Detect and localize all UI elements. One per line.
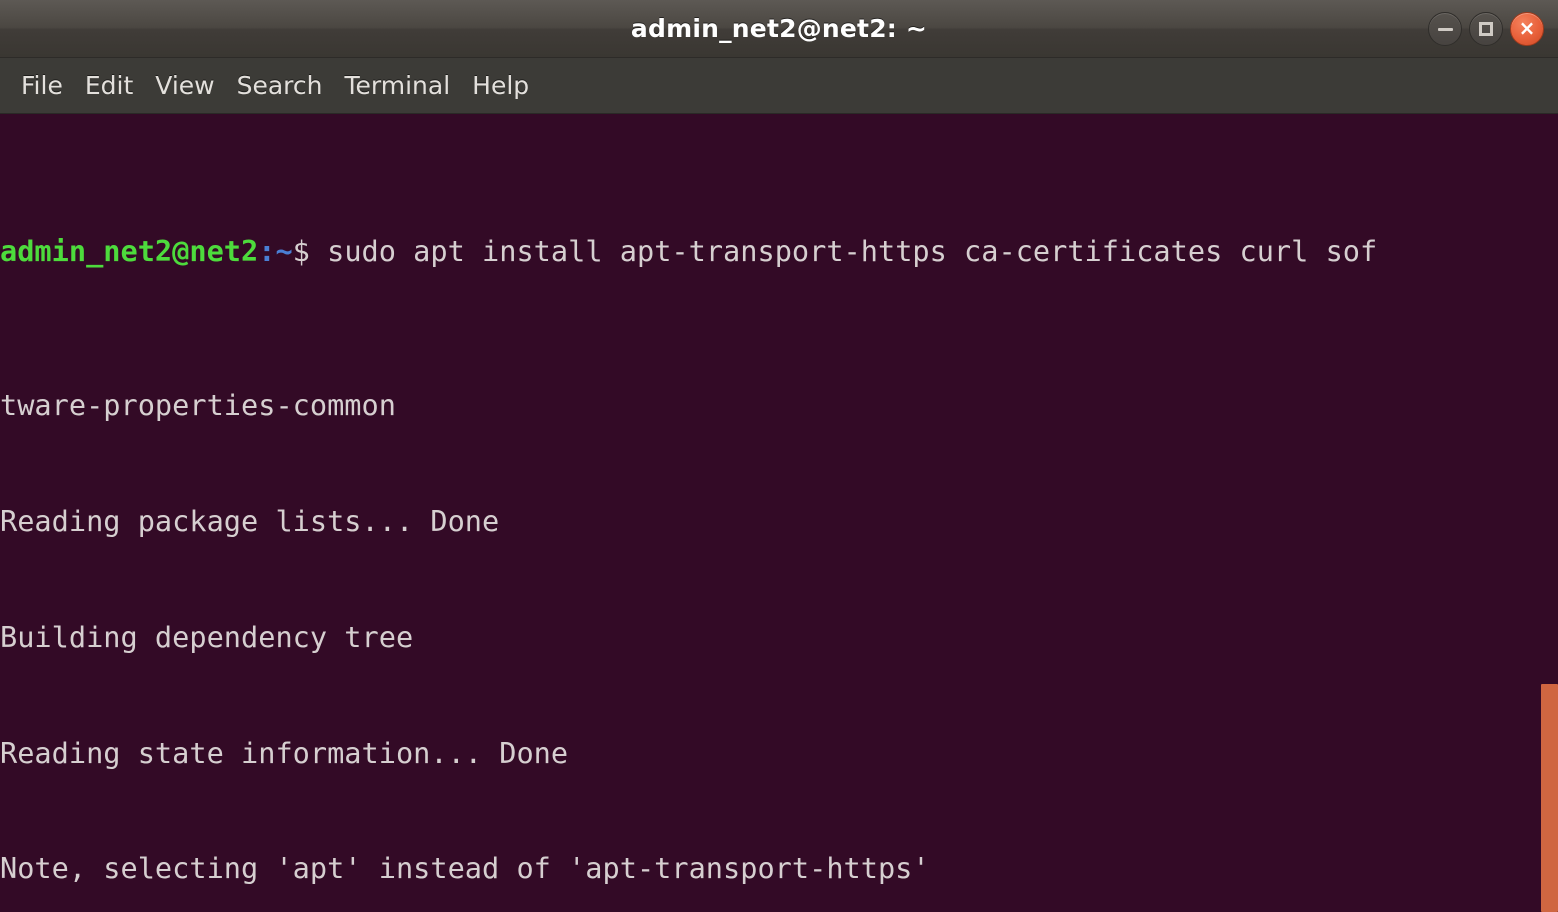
window-controls: × [1428, 0, 1544, 58]
terminal-command-text: sudo apt install apt-transport-https ca-… [309, 233, 1378, 268]
terminal-scrollbar-thumb[interactable] [1541, 684, 1558, 912]
menu-item-terminal[interactable]: Terminal [333, 69, 461, 102]
terminal-line: Reading package lists... Done [0, 503, 500, 538]
maximize-icon [1479, 22, 1493, 36]
menu-item-help[interactable]: Help [461, 69, 540, 102]
terminal-line: tware-properties-common [0, 388, 396, 423]
menu-item-file[interactable]: File [10, 69, 74, 102]
terminal-window: admin_net2@net2: ~ × File Edit View Sear… [0, 0, 1558, 912]
terminal-line: Reading state information... Done [0, 735, 569, 770]
title-bar[interactable]: admin_net2@net2: ~ × [0, 0, 1558, 58]
terminal-screen: admin_net2@net2:~$ sudo apt install apt-… [0, 116, 1558, 912]
terminal-line: Note, selecting 'apt' instead of 'apt-tr… [0, 851, 930, 886]
terminal-command-line: admin_net2@net2:~$ sudo apt install apt-… [0, 232, 1558, 271]
terminal-line: Building dependency tree [0, 619, 414, 654]
prompt-user-host: admin_net2@net2 [0, 233, 259, 268]
window-title: admin_net2@net2: ~ [630, 14, 928, 43]
minimize-button[interactable] [1428, 12, 1462, 46]
minimize-icon [1437, 27, 1453, 31]
maximize-button[interactable] [1469, 12, 1503, 46]
prompt-sigil: $ [292, 233, 310, 268]
close-icon: × [1518, 16, 1536, 40]
prompt-path: :~ [258, 233, 293, 268]
terminal-scrollbar[interactable] [1540, 114, 1558, 912]
menu-item-search[interactable]: Search [226, 69, 334, 102]
menu-item-edit[interactable]: Edit [74, 69, 144, 102]
menu-item-view[interactable]: View [144, 69, 225, 102]
close-button[interactable]: × [1510, 12, 1544, 46]
terminal-output-area[interactable]: admin_net2@net2:~$ sudo apt install apt-… [0, 114, 1558, 912]
menu-bar: File Edit View Search Terminal Help [0, 58, 1558, 114]
